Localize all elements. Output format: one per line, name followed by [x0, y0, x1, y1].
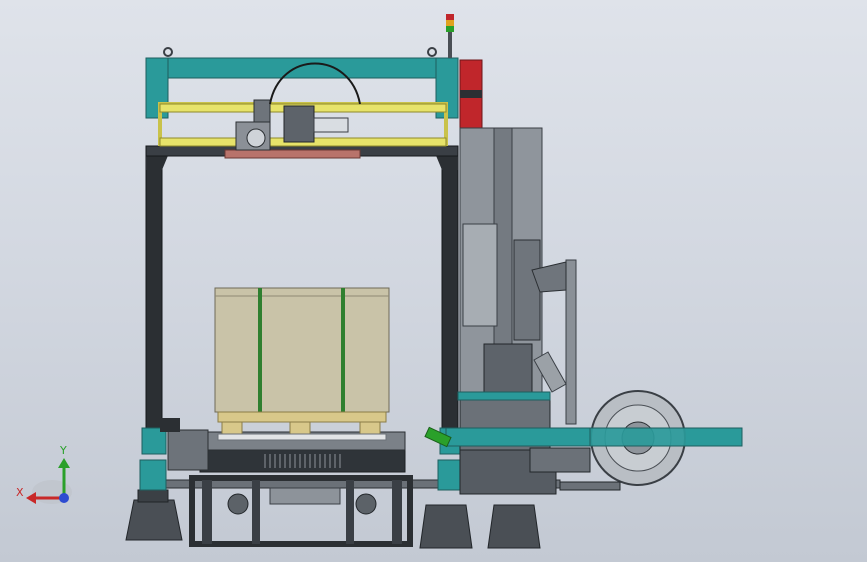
table-leg-mid2 [346, 480, 354, 544]
triad-x-arrow [26, 492, 36, 504]
tower-dispenser [483, 343, 533, 397]
arch-left-post [145, 145, 163, 429]
teal-bracket [457, 391, 551, 401]
machine-drawing: Y X [16, 14, 743, 549]
drive-motor-2 [355, 493, 377, 515]
table-leg-right [392, 480, 402, 544]
pallet-bottom [217, 433, 387, 441]
signal-red [446, 14, 454, 20]
lower-crossbar [160, 418, 180, 432]
roller-bed [199, 449, 406, 473]
drive-box [269, 487, 341, 505]
coordinate-triad: Y X [16, 444, 72, 504]
left-foot [125, 499, 183, 541]
strap-right [341, 288, 345, 412]
coil-base [559, 481, 621, 491]
press-plate [224, 149, 361, 159]
signal-green [446, 26, 454, 32]
right-post-foot-teal [437, 459, 463, 491]
right-foot-1 [419, 504, 473, 549]
right-foot-2 [487, 504, 541, 549]
left-post-foot-teal [139, 459, 167, 491]
signal-yellow [446, 20, 454, 26]
tower-panel [462, 223, 498, 327]
triad-y-arrow [58, 458, 70, 468]
head-actuator [283, 105, 315, 143]
table-leg-mid1 [252, 480, 260, 544]
head-cylinder [313, 117, 349, 133]
side-arm-vertical [565, 259, 577, 425]
tower-cabinet [513, 239, 541, 341]
head-wheel [246, 128, 266, 148]
coil-track-overlay [589, 427, 743, 447]
cad-viewport[interactable]: Y X [0, 0, 867, 562]
signal-pole [448, 32, 452, 58]
arch-top-beam [145, 57, 459, 79]
feed-track-lower [529, 447, 591, 473]
head-gearbox [253, 99, 271, 123]
arch-right-post [441, 145, 459, 429]
conveyor-rail-long [167, 429, 209, 471]
pallet-block-1 [221, 421, 243, 435]
pallet-block-2 [289, 421, 311, 435]
triad-x-label: X [16, 486, 24, 499]
strap-left [258, 288, 262, 412]
triad-y-label: Y [59, 444, 67, 457]
pallet-deck [217, 411, 387, 423]
red-motor-mid [460, 90, 482, 98]
eyebolt-left [163, 47, 173, 57]
pallet-load [214, 287, 390, 441]
eyebolt-right [427, 47, 437, 57]
left-foot-block [137, 489, 169, 503]
pallet-block-3 [359, 421, 381, 435]
table-leg-left [202, 480, 212, 544]
drive-motor [227, 493, 249, 515]
triad-z-origin [59, 493, 69, 503]
pallet-box [214, 287, 390, 413]
